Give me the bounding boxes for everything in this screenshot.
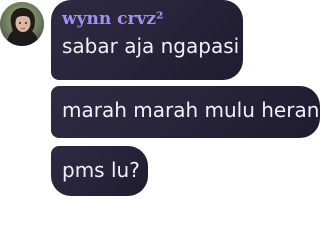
message-text: pms lu? xyxy=(62,158,140,182)
message-bubble[interactable]: marah marah mulu heran xyxy=(51,86,320,138)
avatar-photo-icon xyxy=(0,2,44,46)
message-text: sabar aja ngapasi xyxy=(62,34,240,58)
chat-message-group: wynn crvz² sabar aja ngapasi marah marah… xyxy=(0,0,320,246)
message-text: marah marah mulu heran xyxy=(62,98,320,122)
author-name[interactable]: wynn crvz² xyxy=(62,9,243,29)
message-bubble[interactable]: wynn crvz² sabar aja ngapasi xyxy=(51,0,243,80)
message-bubble[interactable]: pms lu? xyxy=(51,146,148,196)
avatar[interactable] xyxy=(0,2,44,46)
